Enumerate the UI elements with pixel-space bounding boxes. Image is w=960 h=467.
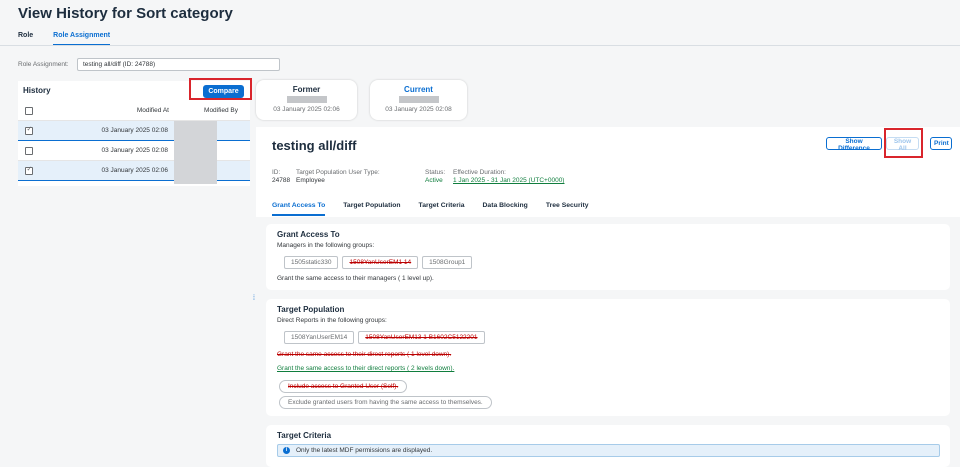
meta-id-label: ID: [272, 169, 281, 176]
target-population-section: Target Population Direct Reports in the … [266, 299, 950, 416]
modified-at-header: Modified At [136, 107, 169, 114]
meta-status-value: Active [425, 177, 443, 184]
row-date: 03 January 2025 02:06 [101, 167, 169, 174]
tab-data-blocking[interactable]: Data Blocking [483, 202, 528, 216]
print-button[interactable]: Print [930, 137, 952, 150]
select-all-checkbox[interactable] [25, 107, 33, 115]
group-token: 1508Group1 [422, 256, 473, 269]
current-version-card[interactable]: Current 03 January 2025 02:08 [370, 80, 467, 120]
page-title: View History for Sort category [18, 5, 233, 22]
modified-by-redacted [174, 121, 217, 184]
tab-role-assignment[interactable]: Role Assignment [53, 32, 111, 46]
former-date: 03 January 2025 02:06 [273, 106, 340, 113]
meta-type-value: Employee [296, 177, 325, 184]
current-title: Current [404, 85, 433, 94]
row-date: 03 January 2025 02:08 [101, 147, 169, 154]
current-date: 03 January 2025 02:08 [385, 106, 452, 113]
exclude-self-pill: Exclude granted users from having the sa… [279, 396, 492, 409]
main-tabs: Role Role Assignment [18, 32, 111, 46]
tab-role[interactable]: Role [18, 32, 33, 46]
grant-access-tokens: 1505static330 1508YanUserEM1 14 1508Grou… [284, 256, 473, 269]
modified-by-header: Modified By [204, 107, 238, 114]
detail-area: testing all/diff Show Difference Show Al… [256, 127, 960, 467]
former-redacted [286, 96, 327, 103]
tab-grant-access-to[interactable]: Grant Access To [272, 202, 326, 216]
meta-status-label: Status: [425, 169, 446, 176]
grant-access-section: Grant Access To Managers in the followin… [266, 224, 950, 290]
meta-id-value: 24788 [272, 177, 291, 184]
group-token-deleted: 1508YanUserEM13 1 B1602C5122201 [358, 331, 485, 344]
meta-duration: Effective Duration: 1 Jan 2025 - 31 Jan … [453, 169, 564, 185]
group-token: 1505static330 [284, 256, 339, 269]
deleted-reports-line: Grant the same access to their direct re… [277, 351, 452, 358]
info-message-text: Only the latest MDF permissions are disp… [296, 447, 433, 454]
compare-highlight-box [189, 78, 252, 100]
row-checkbox[interactable] [25, 147, 33, 155]
added-reports-line: Grant the same access to their direct re… [277, 365, 455, 372]
row-checkbox[interactable] [25, 125, 33, 135]
group-token-deleted: 1508YanUserEM1 14 [342, 256, 419, 269]
role-assignment-field[interactable]: testing all/diff (ID: 24788) [77, 58, 280, 71]
detail-title: testing all/diff [272, 138, 357, 153]
target-criteria-title: Target Criteria [277, 431, 332, 440]
target-criteria-section: Target Criteria i Only the latest MDF pe… [266, 425, 950, 467]
former-title: Former [292, 85, 321, 94]
role-assignment-label: Role Assignment: [18, 61, 69, 68]
show-all-highlight-box [884, 128, 923, 158]
meta-id: ID: 24788 [272, 169, 290, 185]
target-population-tokens: 1508YanUserEM14 1508YanUserEM13 1 B1602C… [284, 331, 485, 344]
grant-managers-line: Grant the same access to their managers … [277, 275, 434, 282]
row-date: 03 January 2025 02:08 [101, 127, 169, 134]
group-token: 1508YanUserEM14 [284, 331, 355, 344]
meta-type: Target Population User Type: Employee [296, 169, 380, 185]
target-population-title: Target Population [277, 305, 345, 314]
info-message-strip: i Only the latest MDF permissions are di… [277, 444, 940, 457]
show-difference-button[interactable]: Show Difference [826, 137, 882, 152]
detail-header: testing all/diff Show Difference Show Al… [256, 127, 960, 217]
meta-type-label: Target Population User Type: [296, 169, 380, 176]
former-version-card[interactable]: Former 03 January 2025 02:06 [256, 80, 357, 120]
splitter-grip-icon[interactable]: ⁞ [253, 295, 255, 302]
current-redacted [398, 96, 439, 103]
row-checkbox[interactable] [25, 165, 33, 175]
target-population-subtitle: Direct Reports in the following groups: [277, 317, 387, 324]
grant-access-title: Grant Access To [277, 230, 340, 239]
history-column-header: Modified At Modified By [18, 101, 250, 121]
tab-tree-security[interactable]: Tree Security [546, 202, 589, 216]
info-icon: i [283, 447, 290, 454]
tab-target-criteria[interactable]: Target Criteria [419, 202, 465, 216]
tab-target-population[interactable]: Target Population [343, 202, 400, 216]
meta-duration-value: 1 Jan 2025 - 31 Jan 2025 (UTC+0000) [453, 177, 565, 184]
meta-duration-label: Effective Duration: [453, 169, 506, 176]
sub-tabs: Grant Access To Target Population Target… [272, 202, 589, 216]
include-self-pill-deleted: Include access to Granted User (Self). [279, 380, 408, 393]
meta-status: Status: Active [425, 169, 445, 185]
history-title: History [23, 86, 51, 95]
grant-access-subtitle: Managers in the following groups: [277, 242, 375, 249]
header-divider [0, 45, 960, 46]
